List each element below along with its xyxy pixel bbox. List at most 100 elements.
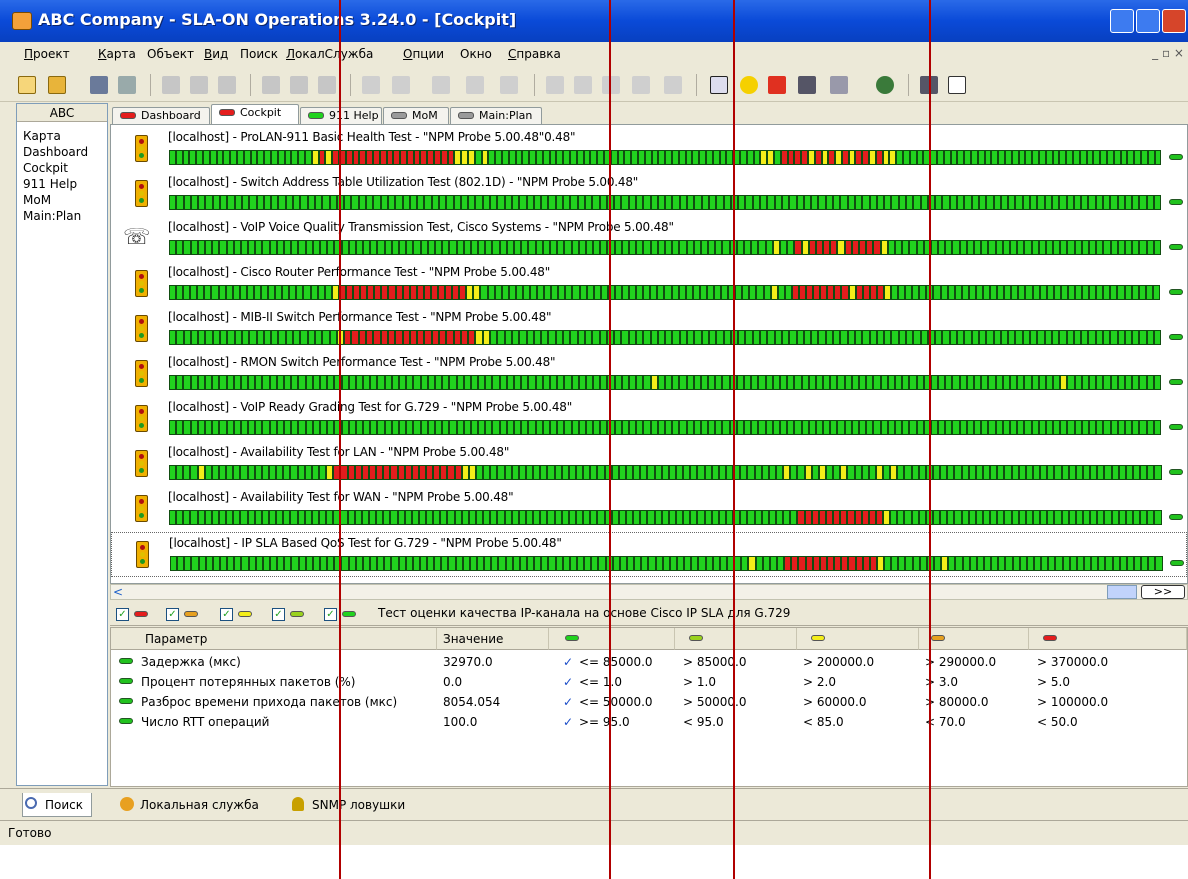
- tab-snmp-traps[interactable]: SNMP ловушки: [290, 793, 405, 817]
- mdi-window-controls[interactable]: _ ▫ ×: [1152, 46, 1184, 60]
- test-row[interactable]: [localhost] - RMON Switch Performance Te…: [111, 352, 1187, 397]
- copy-icon[interactable]: [190, 76, 208, 94]
- column-header-warning[interactable]: [797, 628, 919, 650]
- tab-cockpit[interactable]: Cockpit: [211, 104, 299, 124]
- menu-project[interactable]: Проект: [24, 47, 70, 61]
- pointer-icon[interactable]: [118, 76, 136, 94]
- monitor-icon[interactable]: [798, 76, 816, 94]
- cockpit-view-icon[interactable]: [710, 76, 728, 94]
- globe-icon[interactable]: [876, 76, 894, 94]
- save-icon[interactable]: [90, 76, 108, 94]
- table-row[interactable]: Разброс времени прихода пакетов (мкс) 80…: [111, 692, 1187, 712]
- lightbulb-icon[interactable]: [740, 76, 758, 94]
- history-cell: [1032, 150, 1039, 165]
- table-row[interactable]: Число RTT операций 100.0 ✓ >= 95.0 < 95.…: [111, 712, 1187, 732]
- menu-search[interactable]: Поиск: [240, 47, 278, 61]
- minimize-button[interactable]: [1110, 9, 1134, 33]
- sidebar-item-mom[interactable]: MoM: [17, 192, 107, 208]
- status-history-bar[interactable]: [169, 195, 1162, 210]
- tool-icon-10[interactable]: [664, 76, 682, 94]
- status-history-bar[interactable]: [169, 285, 1161, 300]
- history-cell: [957, 195, 965, 210]
- tab-dashboard[interactable]: Dashboard: [112, 107, 210, 124]
- status-history-bar[interactable]: [169, 240, 1161, 255]
- title-bar[interactable]: ABC Company - SLA-ON Operations 3.24.0 -…: [0, 0, 1188, 42]
- tool-icon-9[interactable]: [632, 76, 650, 94]
- menu-localservice[interactable]: ЛокалСлужба: [286, 47, 373, 61]
- tool-icon-1[interactable]: [362, 76, 380, 94]
- status-history-bar[interactable]: [169, 465, 1162, 480]
- help-icon[interactable]: [948, 76, 966, 94]
- column-header-normal[interactable]: [549, 628, 675, 650]
- new-icon[interactable]: [18, 76, 36, 94]
- sidebar-item-cockpit[interactable]: Cockpit: [17, 160, 107, 176]
- tab-mom[interactable]: MoM: [383, 107, 449, 124]
- test-row[interactable]: [localhost] - Switch Address Table Utili…: [111, 172, 1187, 217]
- sidebar-item-dashboard[interactable]: Dashboard: [17, 144, 107, 160]
- test-row[interactable]: [localhost] - ProLAN-911 Basic Health Te…: [111, 127, 1187, 172]
- column-header-value[interactable]: Значение: [437, 628, 549, 650]
- menu-view[interactable]: Вид: [204, 47, 228, 61]
- column-header-critical[interactable]: [1029, 628, 1187, 650]
- test-row[interactable]: ☏ [localhost] - VoIP Voice Quality Transm…: [111, 217, 1187, 262]
- status-history-bar[interactable]: [169, 150, 1162, 165]
- menu-map[interactable]: Карта: [98, 47, 136, 61]
- status-history-bar[interactable]: [170, 556, 1163, 571]
- tab-911-help[interactable]: 911 Help: [300, 107, 382, 124]
- history-cell: [528, 240, 536, 255]
- menu-window[interactable]: Окно: [460, 47, 492, 61]
- home-icon[interactable]: [768, 76, 786, 94]
- test-row[interactable]: [localhost] - Cisco Router Performance T…: [111, 262, 1187, 307]
- close-button[interactable]: [1162, 9, 1186, 33]
- sidebar-item-map[interactable]: Карта: [17, 128, 107, 144]
- filter-minor-checkbox[interactable]: ✓: [272, 608, 285, 621]
- filter-major-checkbox[interactable]: ✓: [166, 608, 179, 621]
- tool-icon-6[interactable]: [546, 76, 564, 94]
- report-icon[interactable]: [318, 76, 336, 94]
- filter-critical-checkbox[interactable]: ✓: [116, 608, 129, 621]
- history-cell: [256, 330, 264, 345]
- test-row[interactable]: [localhost] - MIB-II Switch Performance …: [111, 307, 1187, 352]
- table-row[interactable]: Процент потерянных пакетов (%) 0.0 ✓ <= …: [111, 672, 1187, 692]
- status-history-bar[interactable]: [169, 510, 1162, 525]
- layout-icon[interactable]: [830, 76, 848, 94]
- menu-help[interactable]: Справка: [508, 47, 561, 61]
- scroll-thumb[interactable]: [1107, 585, 1137, 599]
- tab-search[interactable]: Поиск: [22, 793, 93, 817]
- tool-icon-3[interactable]: [432, 76, 450, 94]
- cut-icon[interactable]: [162, 76, 180, 94]
- column-header-major[interactable]: [919, 628, 1029, 650]
- test-row[interactable]: [localhost] - Availability Test for LAN …: [111, 442, 1187, 487]
- menu-options[interactable]: Опции: [403, 47, 444, 61]
- test-row[interactable]: [localhost] - IP SLA Based QoS Test for …: [111, 532, 1187, 577]
- sidebar-item-main-plan[interactable]: Main:Plan: [17, 208, 107, 224]
- column-header-parameter[interactable]: Параметр: [111, 628, 437, 650]
- tool-icon-4[interactable]: [466, 76, 484, 94]
- status-history-bar[interactable]: [169, 420, 1161, 435]
- column-header-minor[interactable]: [675, 628, 797, 650]
- history-cell: [506, 375, 514, 390]
- test-row[interactable]: [localhost] - Availability Test for WAN …: [111, 487, 1187, 532]
- maximize-button[interactable]: [1136, 9, 1160, 33]
- tool-icon-8[interactable]: [602, 76, 620, 94]
- open-folder-icon[interactable]: [48, 76, 66, 94]
- tool-icon-5[interactable]: [500, 76, 518, 94]
- refresh-icon[interactable]: [262, 76, 280, 94]
- test-row[interactable]: [localhost] - VoIP Ready Grading Test fo…: [111, 397, 1187, 442]
- menu-object[interactable]: Объект: [147, 47, 194, 61]
- table-row[interactable]: Задержка (мкс) 32970.0 ✓ <= 85000.0 > 85…: [111, 652, 1187, 672]
- status-history-bar[interactable]: [169, 375, 1161, 390]
- horizontal-scrollbar[interactable]: < >>: [110, 584, 1188, 600]
- tool-icon-7[interactable]: [574, 76, 592, 94]
- scroll-left-arrow[interactable]: <: [113, 585, 123, 599]
- sidebar-item-911-help[interactable]: 911 Help: [17, 176, 107, 192]
- scroll-jump-button[interactable]: >>: [1141, 585, 1185, 599]
- print-icon[interactable]: [290, 76, 308, 94]
- tab-main-plan[interactable]: Main:Plan: [450, 107, 542, 124]
- filter-warning-checkbox[interactable]: ✓: [220, 608, 233, 621]
- tool-icon-2[interactable]: [392, 76, 410, 94]
- filter-normal-checkbox[interactable]: ✓: [324, 608, 337, 621]
- paste-icon[interactable]: [218, 76, 236, 94]
- status-history-bar[interactable]: [169, 330, 1162, 345]
- tab-local-service[interactable]: Локальная служба: [118, 793, 259, 817]
